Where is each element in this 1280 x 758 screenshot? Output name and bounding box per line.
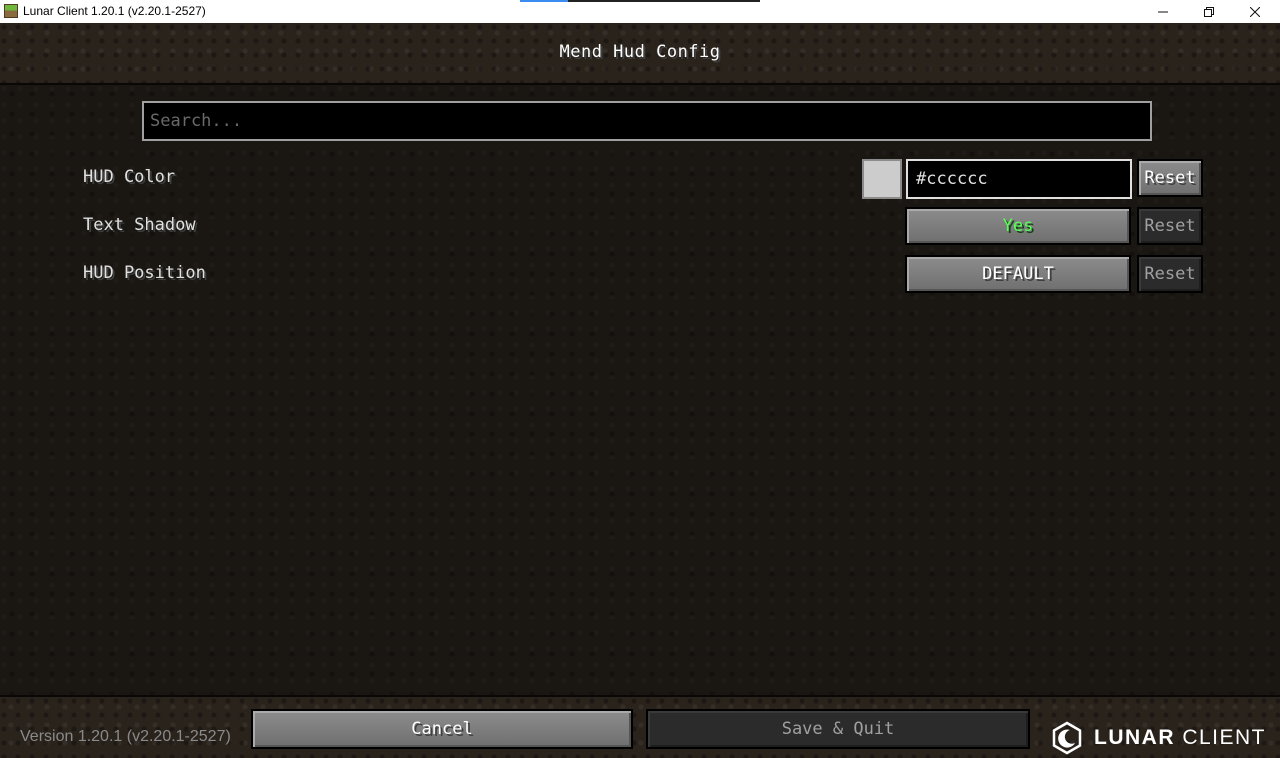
- restore-button[interactable]: [1186, 0, 1232, 23]
- hud-color-label: HUD Color: [83, 167, 176, 187]
- app-icon: [4, 4, 18, 18]
- titlebar-progress-strip: [520, 0, 760, 2]
- text-shadow-label: Text Shadow: [83, 215, 196, 235]
- brand-name-bold: LUNAR: [1094, 726, 1175, 749]
- window-titlebar: Lunar Client 1.20.1 (v2.20.1-2527): [0, 0, 1280, 23]
- close-icon: [1250, 6, 1260, 17]
- brand-name-light: CLIENT: [1175, 726, 1267, 749]
- hud-position-button[interactable]: DEFAULT: [905, 255, 1131, 293]
- save-and-quit-button[interactable]: Save & Quit: [646, 709, 1030, 749]
- hud-color-hex-input[interactable]: [906, 159, 1132, 199]
- restore-icon: [1204, 6, 1214, 17]
- hud-color-swatch[interactable]: [862, 159, 902, 199]
- lunar-client-brand: LUNAR CLIENT: [1050, 720, 1266, 756]
- minimize-icon: [1158, 11, 1168, 12]
- text-shadow-toggle[interactable]: Yes: [905, 207, 1131, 245]
- close-button[interactable]: [1232, 0, 1278, 23]
- hud-position-label: HUD Position: [83, 263, 206, 283]
- text-shadow-reset-button[interactable]: Reset: [1137, 207, 1203, 245]
- hud-position-reset-button[interactable]: Reset: [1137, 255, 1203, 293]
- text-shadow-value: Yes: [1002, 216, 1034, 236]
- window-title: Lunar Client 1.20.1 (v2.20.1-2527): [23, 4, 206, 18]
- search-input[interactable]: [142, 101, 1152, 141]
- hud-position-value: DEFAULT: [982, 264, 1054, 284]
- brand-name: LUNAR CLIENT: [1094, 726, 1266, 750]
- lunar-client-logo-icon: [1052, 721, 1082, 755]
- cancel-button[interactable]: Cancel: [251, 709, 633, 749]
- hud-color-reset-button[interactable]: Reset: [1137, 159, 1203, 197]
- page-title: Mend Hud Config: [559, 42, 721, 62]
- version-text: Version 1.20.1 (v2.20.1-2527): [20, 728, 231, 745]
- minimize-button[interactable]: [1140, 0, 1186, 23]
